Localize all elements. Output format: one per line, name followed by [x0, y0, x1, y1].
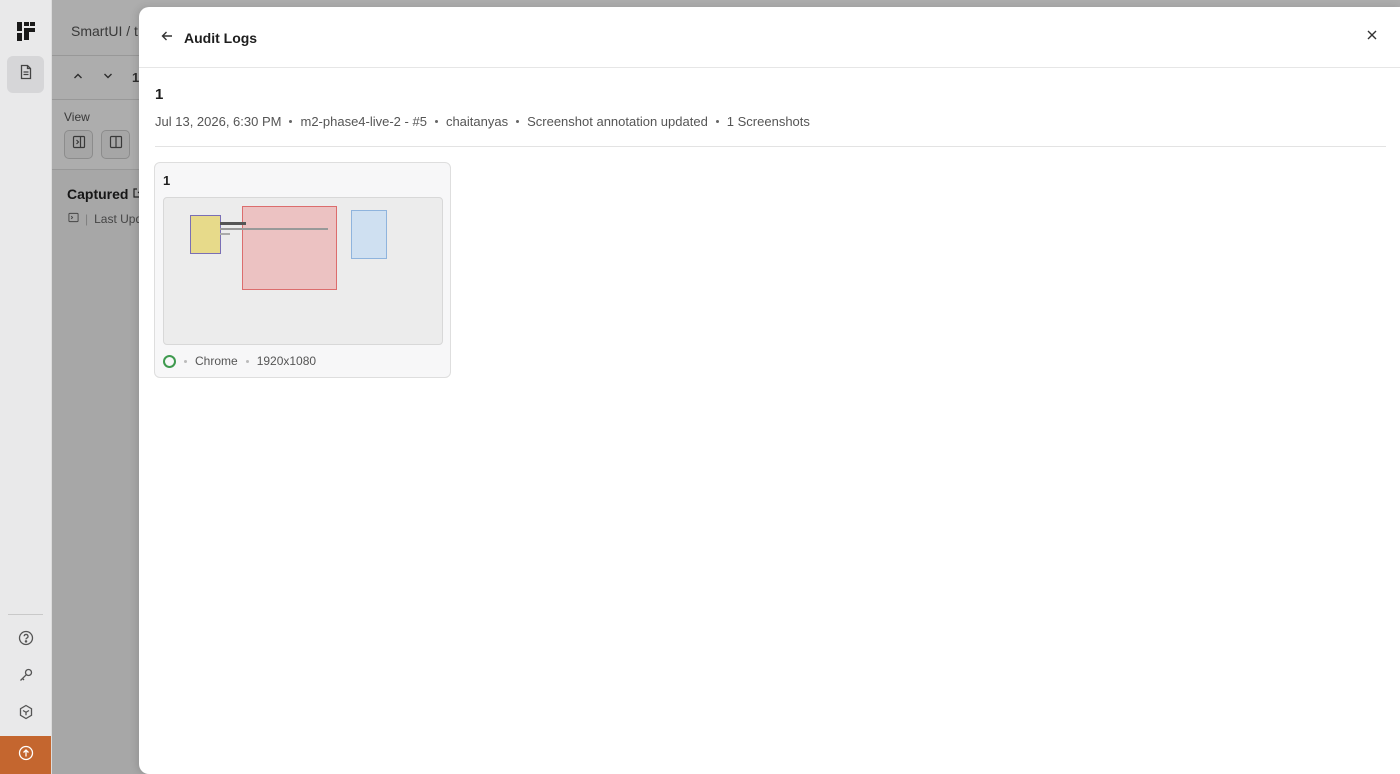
log-timestamp: Jul 13, 2026, 6:30 PM — [155, 114, 282, 129]
back-button[interactable] — [157, 28, 177, 48]
close-icon — [1366, 28, 1378, 46]
browser-name: Chrome — [195, 354, 238, 368]
screenshot-card-title: 1 — [163, 173, 171, 188]
lambdatest-logo-icon[interactable] — [14, 20, 38, 44]
log-entry-meta: Jul 13, 2026, 6:30 PM m2-phase4-live-2 -… — [155, 114, 810, 129]
meta-separator — [516, 120, 520, 123]
screenshot-card-footer: Chrome 1920x1080 — [163, 354, 316, 368]
arrow-left-icon — [160, 29, 174, 48]
log-screenshot-count: 1 Screenshots — [726, 114, 810, 129]
drawer-header: Audit Logs — [139, 7, 1400, 68]
thumbnail-text-lines — [220, 222, 330, 235]
log-build: m2-phase4-live-2 - #5 — [300, 114, 427, 129]
footer-separator — [184, 359, 187, 363]
log-entry-title: 1 — [155, 86, 164, 103]
rail-documents-button[interactable] — [7, 56, 44, 93]
annotation-blue-region — [351, 210, 387, 259]
meta-separator — [715, 120, 719, 123]
meta-divider — [155, 146, 1386, 147]
annotation-yellow-region — [190, 215, 221, 254]
upgrade-icon — [18, 745, 34, 766]
rail-divider — [8, 614, 43, 615]
screenshot-thumbnail[interactable] — [163, 197, 443, 345]
document-icon — [18, 64, 34, 85]
drawer-title: Audit Logs — [184, 30, 258, 46]
meta-separator — [289, 120, 293, 123]
upgrade-button[interactable] — [0, 736, 51, 774]
status-ring-icon — [163, 354, 176, 368]
annotation-red-region — [242, 206, 337, 290]
log-action: Screenshot annotation updated — [527, 114, 708, 129]
key-icon[interactable] — [16, 665, 36, 685]
help-circle-icon[interactable] — [16, 628, 36, 648]
left-rail — [0, 0, 52, 774]
audit-logs-drawer: Audit Logs 1 Jul 13, 2026, 6:30 PM m2-ph… — [139, 7, 1400, 774]
meta-separator — [434, 120, 438, 123]
close-button[interactable] — [1362, 27, 1382, 47]
screenshot-card[interactable]: 1 Chrome 1920x1080 — [154, 162, 451, 378]
footer-separator — [245, 359, 249, 363]
log-user: chaitanyas — [445, 114, 509, 129]
screen-resolution: 1920x1080 — [256, 354, 317, 368]
integrations-icon[interactable] — [16, 702, 36, 722]
